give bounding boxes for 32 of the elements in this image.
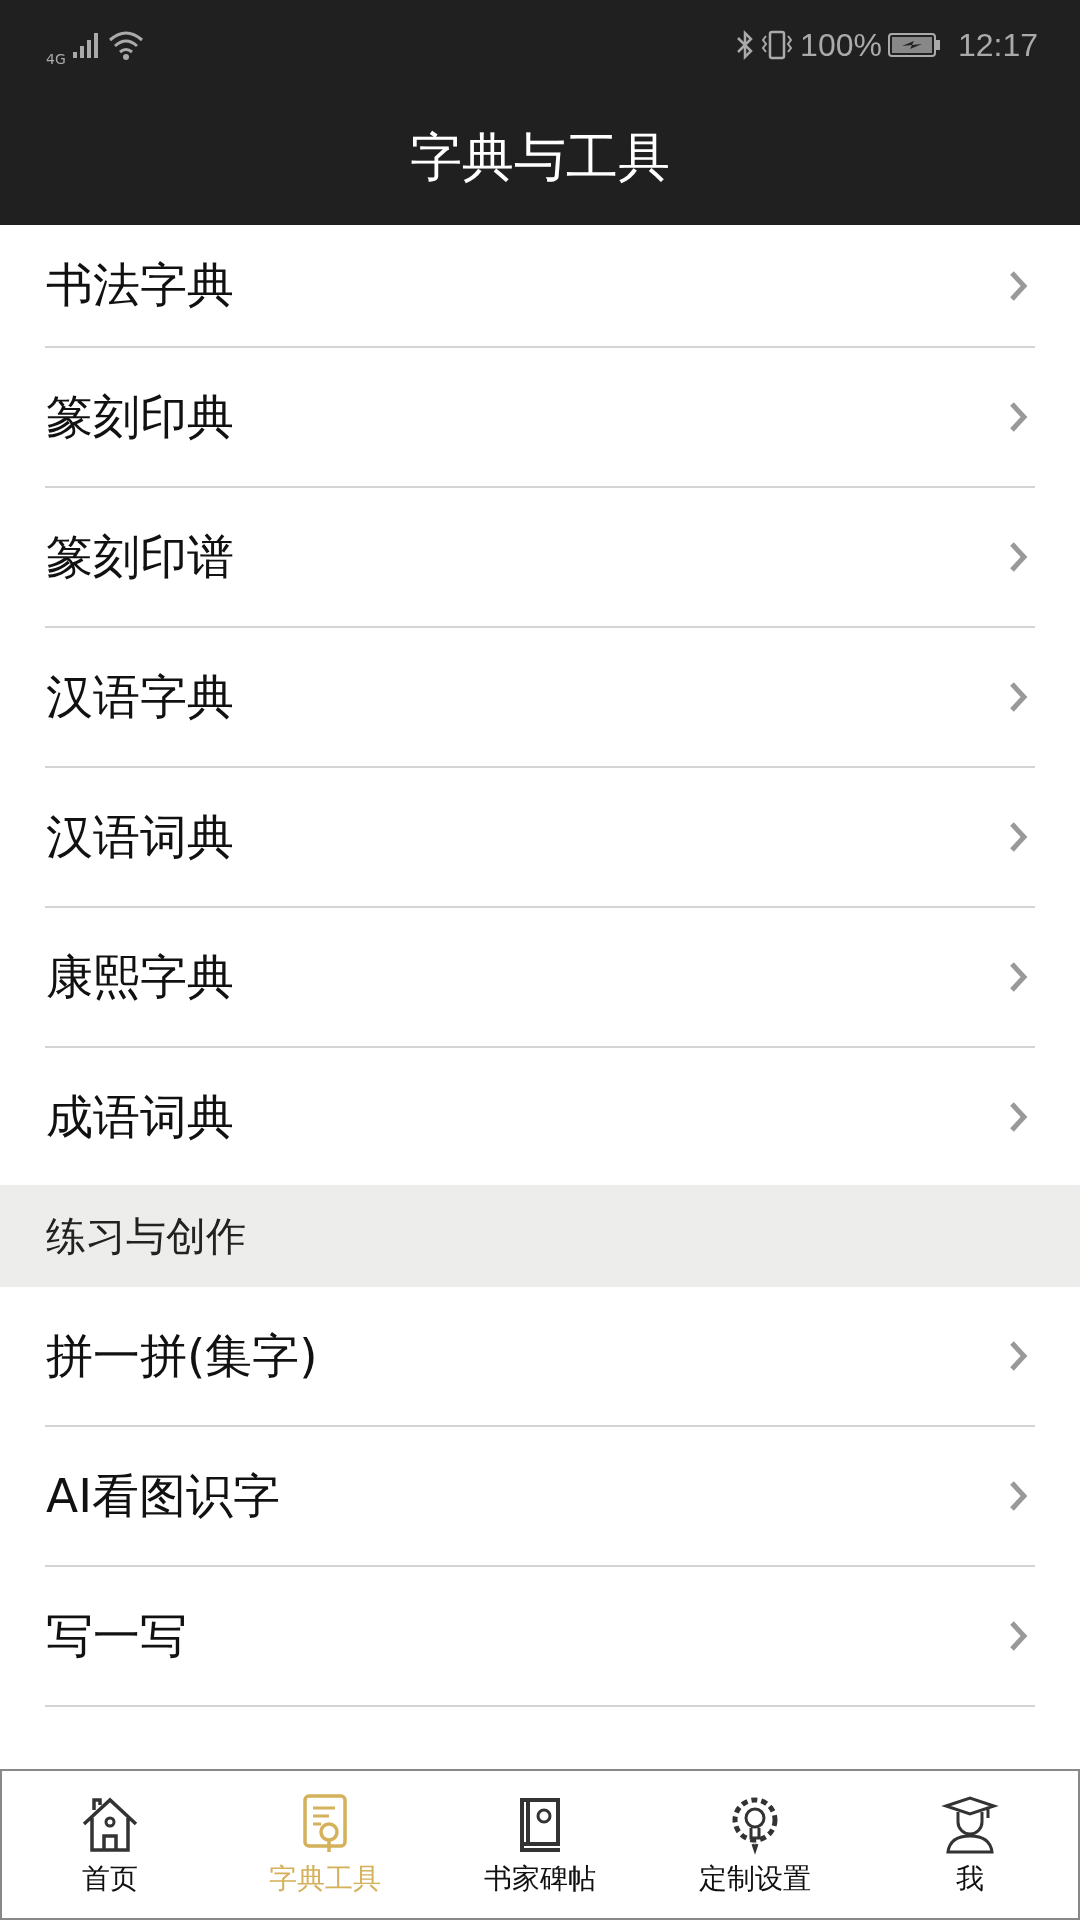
section-header: 练习与创作: [0, 1185, 1080, 1287]
battery-icon: [887, 32, 942, 58]
chevron-icon: [1008, 1619, 1028, 1653]
list-item[interactable]: 篆刻印谱: [0, 488, 1080, 626]
list-item[interactable]: 康熙字典: [0, 908, 1080, 1046]
tab-item[interactable]: 定制设置: [647, 1771, 863, 1918]
list-item[interactable]: 写一写: [0, 1567, 1080, 1705]
tab-item[interactable]: 书家碑帖: [432, 1771, 648, 1918]
page-title: 字典与工具: [410, 125, 670, 189]
list-item[interactable]: 汉语字典: [0, 628, 1080, 766]
chevron-icon: [1008, 680, 1028, 714]
chevron-icon: [1008, 1100, 1028, 1134]
battery-percent: 100%: [800, 26, 882, 64]
list-item[interactable]: 成语词典: [0, 1048, 1080, 1186]
chevron-icon: [1008, 540, 1028, 574]
chevron-icon: [1008, 1339, 1028, 1373]
vibrate-icon: [760, 30, 795, 60]
chevron-icon: [1008, 960, 1028, 994]
bluetooth-icon: [736, 30, 755, 60]
chevron-icon: [1008, 400, 1028, 434]
tab-item[interactable]: 我: [862, 1771, 1078, 1918]
chevron-icon: [1008, 820, 1028, 854]
list-item[interactable]: 拼一拼(集字): [0, 1287, 1080, 1425]
list-item[interactable]: AI看图识字: [0, 1427, 1080, 1565]
list-item[interactable]: 汉语词典: [0, 768, 1080, 906]
clock: 12:17: [957, 26, 1038, 64]
wifi-icon: [107, 30, 146, 60]
list-item[interactable]: 书法字典: [0, 225, 1080, 346]
list-item[interactable]: 篆刻印典: [0, 348, 1080, 486]
network-label: 4G: [46, 51, 66, 67]
chevron-icon: [1008, 1479, 1028, 1513]
tab-item[interactable]: 首页: [2, 1771, 218, 1918]
